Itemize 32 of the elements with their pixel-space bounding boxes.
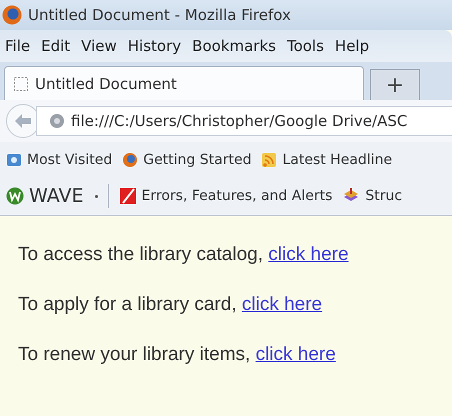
menu-item[interactable]: Bookmarks xyxy=(192,37,276,55)
back-arrow-icon xyxy=(14,113,32,129)
toolbar-button[interactable]: Errors, Features, and Alerts xyxy=(118,187,332,205)
error-flag-icon xyxy=(118,187,137,205)
instruction-text: To renew your library items, click here xyxy=(18,344,337,366)
menu-item[interactable]: Tools xyxy=(286,37,324,55)
wave-logo-icon xyxy=(6,187,24,205)
bookmark-item[interactable]: Getting Started xyxy=(122,152,252,168)
menu-item[interactable]: File xyxy=(5,37,30,55)
browser-tab[interactable]: Untitled Document xyxy=(4,66,364,100)
address-bar[interactable]: file:///C:/Users/Christopher/Google Drive/ASC xyxy=(36,106,452,136)
feed-icon xyxy=(261,152,278,168)
menu-item[interactable]: Help xyxy=(334,37,370,55)
browser-logo-icon xyxy=(2,5,22,25)
wave-menu-button[interactable]: WAVE xyxy=(6,185,98,207)
menu-item[interactable]: View xyxy=(81,37,117,55)
instruction-text: To apply for a library card, click here xyxy=(18,294,324,316)
new-tab-button[interactable]: + xyxy=(370,69,420,100)
toolbar-button[interactable]: Struc xyxy=(342,187,402,205)
bookmark-item[interactable]: Most Visited xyxy=(6,152,112,168)
menu-item[interactable]: Edit xyxy=(41,37,70,55)
page-icon xyxy=(13,76,29,92)
click-here-link[interactable]: click here xyxy=(268,244,349,265)
instruction-text: To access the library catalog, click here xyxy=(18,244,350,266)
menu-item[interactable]: History xyxy=(128,37,182,55)
click-here-link[interactable]: click here xyxy=(256,344,336,365)
globe-icon xyxy=(49,113,65,129)
dropdown-dot-icon xyxy=(94,194,98,198)
bookmark-folder-icon xyxy=(6,152,22,168)
bookmark-item[interactable]: Latest Headline xyxy=(261,152,392,168)
click-here-link[interactable]: click here xyxy=(242,294,322,315)
window-title: Untitled Document - Mozilla Firefox xyxy=(28,6,291,24)
